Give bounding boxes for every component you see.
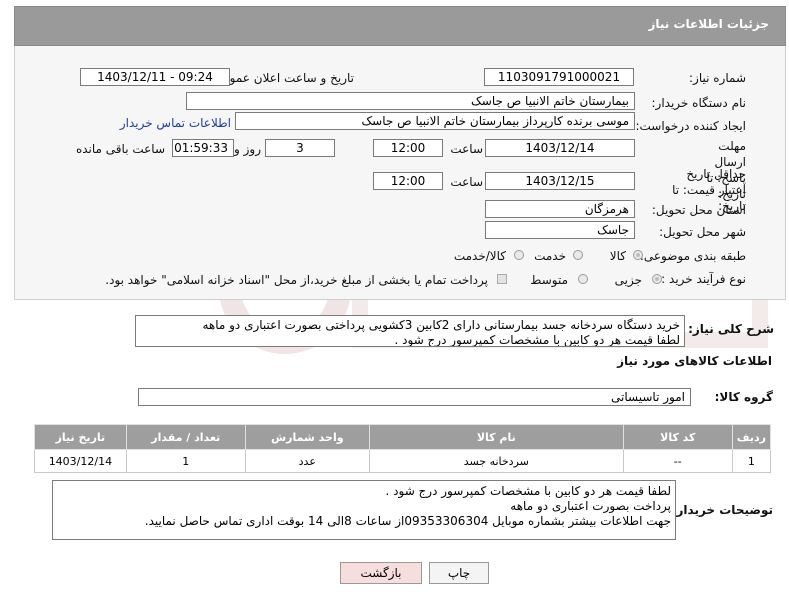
city-field[interactable]: جاسک (485, 221, 635, 239)
category-radio-service[interactable] (573, 250, 583, 260)
buyer-notes-line-1: لطفا قیمت هر دو کابین با مشخصات کمپرسور … (385, 484, 671, 498)
page-title: جزئیات اطلاعات نیاز (648, 17, 769, 31)
purchase-type-radio-medium[interactable] (578, 274, 588, 284)
description-line-1: خرید دستگاه سردخانه جسد بیمارستانی دارای… (202, 318, 680, 332)
province-label: استان محل تحویل: (651, 203, 746, 217)
buyer-contact-link[interactable]: اطلاعات تماس خریدار (120, 116, 231, 130)
buyer-org-field[interactable]: بیمارستان خاتم الانبیا ص جاسک (186, 92, 635, 110)
category-option-service: خدمت (534, 249, 566, 263)
description-line-2: لطفا قیمت هر دو کابین با مشخصات کمپرسور … (394, 333, 680, 347)
days-label: روز و (234, 142, 261, 156)
buyer-notes-textarea[interactable]: لطفا قیمت هر دو کابین با مشخصات کمپرسور … (52, 480, 676, 540)
category-label: طبقه بندی موضوعی: (639, 249, 746, 263)
buyer-notes-line-3: جهت اطلاعات بیشتر بشماره موبایل 09353306… (144, 514, 671, 528)
cell-row: 1 (731, 449, 772, 473)
description-label: شرح کلی نیاز: (688, 322, 774, 336)
price-validity-time-label: ساعت (450, 175, 483, 189)
col-row-header: ردیف (731, 424, 772, 450)
col-name-header: نام کالا (368, 424, 624, 450)
need-number-label: شماره نیاز: (689, 71, 746, 85)
print-button[interactable]: چاپ (429, 562, 489, 584)
days-field[interactable]: 3 (265, 139, 335, 157)
need-number-field[interactable]: 1103091791000021 (484, 68, 634, 86)
creator-label: ایجاد کننده درخواست: (635, 119, 746, 133)
city-label: شهر محل تحویل: (659, 225, 746, 239)
purchase-type-label: نوع فرآیند خرید : (661, 272, 746, 286)
col-unit-header: واحد شمارش (244, 424, 370, 450)
purchase-type-option-medium: متوسط (530, 273, 568, 287)
price-validity-date-field[interactable]: 1403/12/15 (485, 172, 635, 190)
treasury-payment-note: پرداخت تمام یا بخشی از مبلغ خرید،از محل … (105, 273, 488, 287)
deadline-time-field[interactable]: 12:00 (373, 139, 443, 157)
cell-unit: عدد (244, 449, 370, 473)
announce-label: تاریخ و ساعت اعلان عمومی: (209, 71, 354, 85)
cell-date: 1403/12/14 (34, 449, 127, 473)
remaining-time-field[interactable]: 01:59:33 (172, 139, 234, 157)
buyer-org-label: نام دستگاه خریدار: (651, 96, 747, 110)
category-radio-goods-service[interactable] (514, 250, 524, 260)
buyer-notes-label: توضیحات خریدار: (671, 503, 773, 517)
goods-section-title: اطلاعات کالاهای مورد نیاز (617, 354, 772, 368)
col-qty-header: تعداد / مقدار (125, 424, 246, 450)
category-option-goods: کالا (609, 249, 626, 263)
buyer-notes-line-2: پرداخت بصورت اعتباری دو ماهه (510, 499, 671, 513)
col-date-header: تاریخ نیاز (34, 424, 127, 450)
goods-group-label: گروه کالا: (714, 390, 773, 404)
announce-datetime-field[interactable]: 1403/12/11 - 09:24 (80, 68, 230, 86)
treasury-payment-checkbox[interactable] (497, 274, 507, 284)
creator-field[interactable]: موسی برنده کارپرداز بیمارستان خاتم الانب… (235, 112, 635, 130)
price-validity-time-field[interactable]: 12:00 (373, 172, 443, 190)
deadline-date-field[interactable]: 1403/12/14 (485, 139, 635, 157)
table-row: 1 -- سردخانه جسد عدد 1 1403/12/14 (34, 449, 772, 473)
province-field[interactable]: هرمزگان (485, 200, 635, 218)
category-radio-goods[interactable] (633, 250, 643, 260)
cell-name: سردخانه جسد (368, 449, 624, 473)
goods-table-header: ردیف کد کالا نام کالا واحد شمارش تعداد /… (34, 424, 772, 450)
col-code-header: کد کالا (622, 424, 733, 450)
goods-table: ردیف کد کالا نام کالا واحد شمارش تعداد /… (34, 424, 772, 473)
back-button[interactable]: بازگشت (340, 562, 422, 584)
cell-qty: 1 (125, 449, 246, 473)
cell-code: -- (622, 449, 733, 473)
purchase-type-radio-partial[interactable] (652, 274, 662, 284)
category-option-goods-service: کالا/خدمت (453, 249, 506, 263)
remaining-label: ساعت باقی مانده (75, 142, 165, 156)
description-textarea[interactable]: خرید دستگاه سردخانه جسد بیمارستانی دارای… (135, 315, 685, 347)
goods-group-field[interactable]: امور تاسیساتی (138, 388, 691, 406)
deadline-time-label: ساعت (450, 142, 483, 156)
purchase-type-option-partial: جزیی (614, 273, 642, 287)
